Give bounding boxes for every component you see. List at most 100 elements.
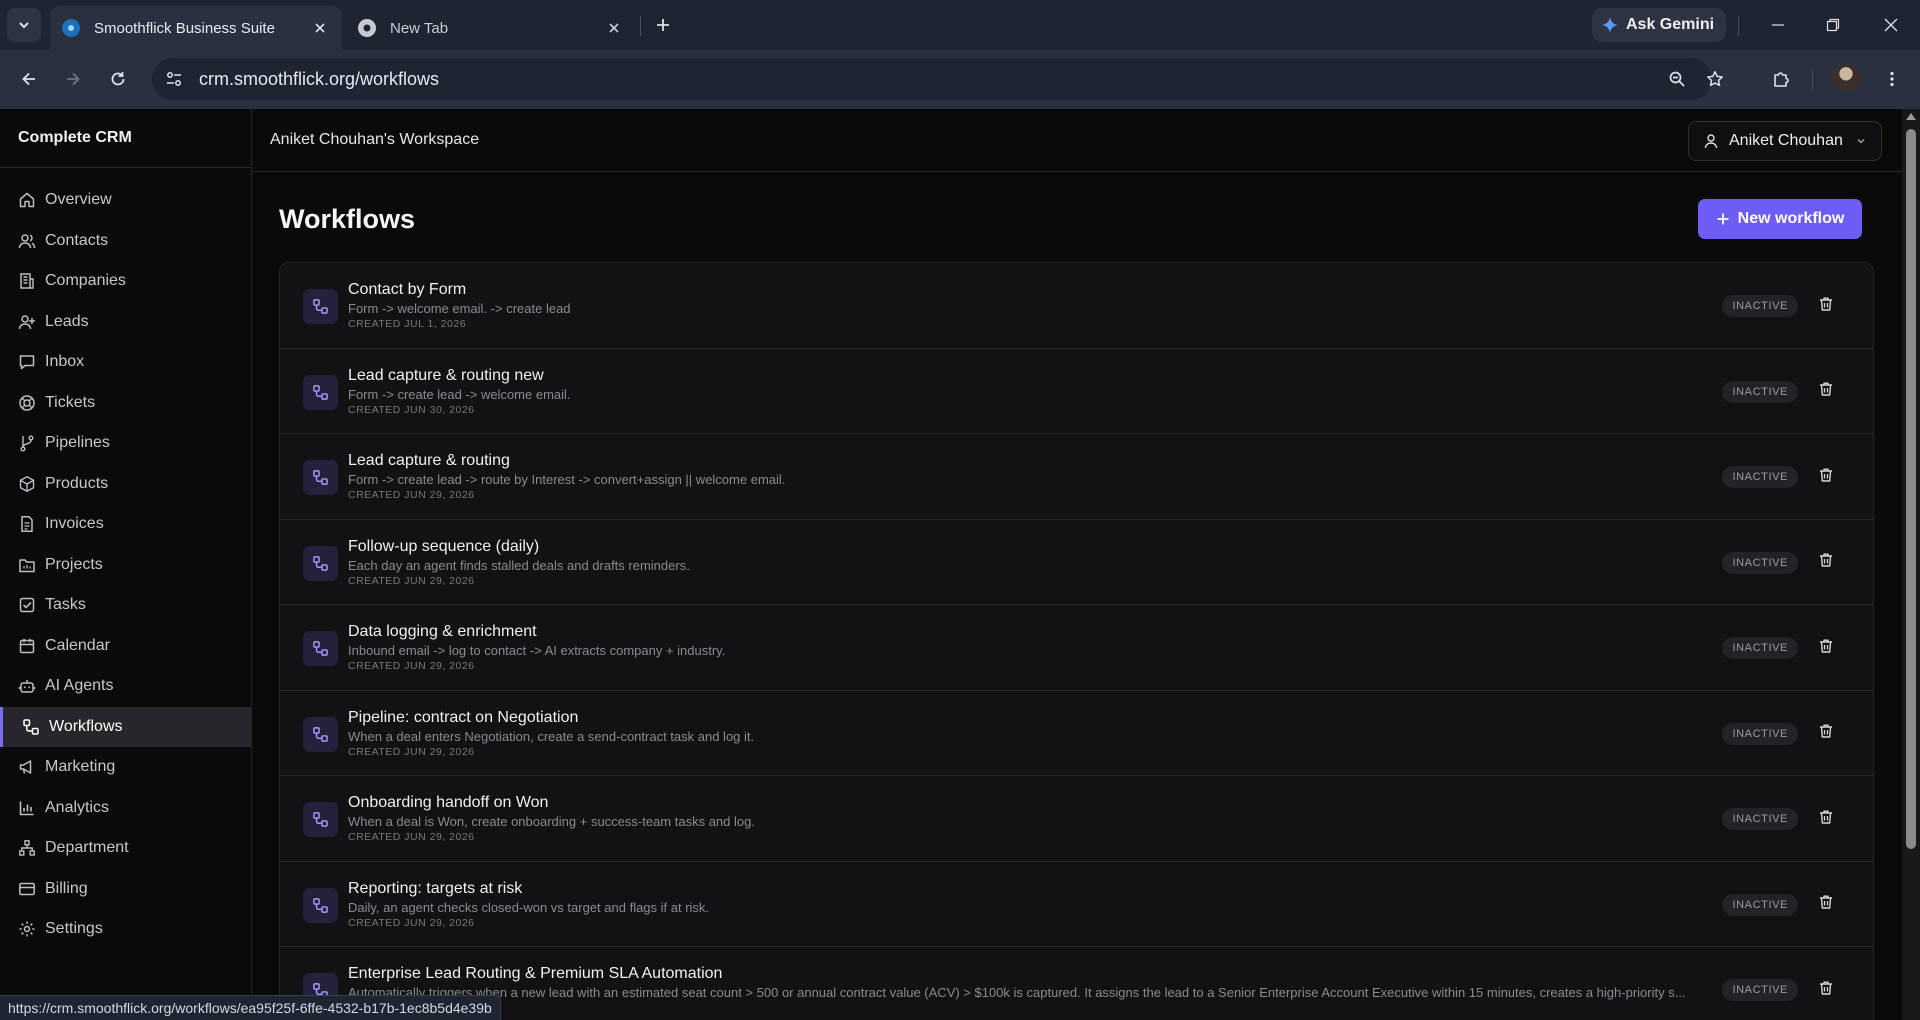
status-badge: INACTIVE [1722,637,1798,659]
workflow-row[interactable]: Enterprise Lead Routing & Premium SLA Au… [280,947,1873,1020]
trash-icon [1818,296,1834,317]
workflow-name[interactable]: Reporting: targets at risk [348,879,1723,899]
delete-workflow-button[interactable] [1816,980,1836,1000]
scrollbar-thumb[interactable] [1906,129,1916,849]
browser-menu-button[interactable] [1876,63,1908,95]
site-info-icon[interactable] [158,63,190,95]
bookmark-star-icon[interactable] [1700,64,1730,94]
sidebar-item-inbox[interactable]: Inbox [0,342,251,383]
workflow-created-date: CREATED JUN 29, 2026 [348,745,475,758]
close-tab-icon[interactable] [604,18,624,38]
workflow-name[interactable]: Enterprise Lead Routing & Premium SLA Au… [348,964,1723,984]
workspace-header: Aniket Chouhan's Workspace Aniket Chouha… [252,109,1902,172]
minimize-button[interactable] [1763,10,1793,40]
chevron-down-icon [1857,139,1865,144]
sidebar-item-marketing[interactable]: Marketing [0,747,251,788]
trash-icon [1818,381,1834,402]
extensions-button[interactable] [1765,63,1797,95]
tab-smoothflick[interactable]: Smoothflick Business Suite [50,6,342,50]
workflow-name[interactable]: Data logging & enrichment [348,622,1723,642]
workflow-row[interactable]: Reporting: targets at risk Daily, an agen… [280,861,1873,947]
sidebar-item-label: Contacts [45,231,109,249]
package-icon [18,475,36,493]
user-menu-button[interactable]: Aniket Chouhan [1688,121,1882,161]
smoothflick-favicon-icon [62,19,80,37]
status-badge: INACTIVE [1722,979,1798,1001]
sidebar-item-pipelines[interactable]: Pipelines [0,423,251,464]
workflow-name[interactable]: Follow-up sequence (daily) [348,537,1723,557]
delete-workflow-button[interactable] [1816,553,1836,573]
delete-workflow-button[interactable] [1816,382,1836,402]
sidebar-item-department[interactable]: Department [0,828,251,869]
tab-new-tab[interactable]: New Tab [346,6,636,50]
sidebar-item-leads[interactable]: Leads [0,302,251,343]
sidebar-item-contacts[interactable]: Contacts [0,221,251,262]
app-brand: Complete CRM [0,109,251,168]
sidebar-item-workflows[interactable]: Workflows [0,706,251,747]
workflow-row[interactable]: Data logging & enrichment Inbound email -… [280,605,1873,691]
sidebar-item-label: Leads [45,312,89,330]
workflow-name[interactable]: Pipeline: contract on Negotiation [348,708,1723,728]
sidebar-item-overview[interactable]: Overview [0,180,251,221]
close-window-button[interactable] [1876,10,1906,40]
scroll-up-arrow-icon[interactable] [1906,113,1916,120]
bar-chart-icon [18,799,36,817]
trash-icon [1818,467,1834,488]
chrome-favicon-icon [358,19,376,37]
gemini-sparkle-icon [1602,17,1618,33]
forward-button[interactable] [57,63,89,95]
delete-workflow-button[interactable] [1816,467,1836,487]
sidebar-item-projects[interactable]: Projects [0,545,251,586]
sidebar-item-calendar[interactable]: Calendar [0,626,251,667]
sidebar-item-ai-agents[interactable]: AI Agents [0,666,251,707]
tab-search-button[interactable] [7,8,41,42]
page-scrollbar[interactable] [1902,109,1920,1020]
link-status-bubble: https://crm.smoothflick.org/workflows/ea… [0,995,501,1020]
workflow-name[interactable]: Lead capture & routing new [348,366,1723,386]
new-tab-button[interactable] [650,12,676,38]
workflow-name[interactable]: Contact by Form [348,280,1723,300]
status-badge: INACTIVE [1722,466,1798,488]
zoom-icon[interactable] [1662,64,1692,94]
workflow-description: Form -> create lead -> welcome email. [348,386,571,402]
sidebar-item-label: Marketing [45,758,116,776]
workflow-row[interactable]: Follow-up sequence (daily) Each day an ag… [280,519,1873,605]
sidebar-item-tickets[interactable]: Tickets [0,383,251,424]
main-content: Aniket Chouhan's Workspace Aniket Chouha… [252,109,1902,1020]
workflow-created-date: CREATED JUN 29, 2026 [348,574,475,587]
back-button[interactable] [13,63,45,95]
sidebar-item-settings[interactable]: Settings [0,909,251,950]
delete-workflow-button[interactable] [1816,724,1836,744]
calendar-icon [18,637,36,655]
new-workflow-button[interactable]: New workflow [1698,199,1862,239]
delete-workflow-button[interactable] [1816,895,1836,915]
workflow-row[interactable]: Pipeline: contract on Negotiation When a … [280,690,1873,776]
browser-tab-strip: Smoothflick Business Suite New Tab Ask G… [0,0,1920,50]
sidebar: Complete CRM Overview Contacts Companies… [0,109,252,1020]
ask-gemini-button[interactable]: Ask Gemini [1592,8,1726,42]
sidebar-item-invoices[interactable]: Invoices [0,504,251,545]
workflow-row[interactable]: Contact by Form Form -> welcome email. ->… [280,263,1873,349]
workflow-row[interactable]: Onboarding handoff on Won When a deal is … [280,776,1873,862]
profile-avatar[interactable] [1832,64,1860,92]
message-icon [18,353,36,371]
sidebar-item-analytics[interactable]: Analytics [0,788,251,829]
sidebar-item-products[interactable]: Products [0,464,251,505]
delete-workflow-button[interactable] [1816,296,1836,316]
address-bar[interactable]: crm.smoothflick.org/workflows [152,58,1723,100]
close-tab-icon[interactable] [310,18,330,38]
workflow-row[interactable]: Lead capture & routing new Form -> create… [280,348,1873,434]
reload-button[interactable] [102,63,134,95]
restore-button[interactable] [1818,10,1848,40]
workflow-name[interactable]: Lead capture & routing [348,451,1723,471]
workflow-row[interactable]: Lead capture & routing Form -> create lea… [280,434,1873,520]
workflow-description: Form -> create lead -> route by Interest… [348,472,786,487]
sidebar-item-billing[interactable]: Billing [0,869,251,910]
delete-workflow-button[interactable] [1816,809,1836,829]
sidebar-item-tasks[interactable]: Tasks [0,585,251,626]
status-badge: INACTIVE [1722,722,1798,745]
workflow-description: Automatically triggers when a new lead w… [348,985,1686,1000]
workflow-name[interactable]: Onboarding handoff on Won [348,793,1723,813]
delete-workflow-button[interactable] [1816,638,1836,658]
sidebar-item-companies[interactable]: Companies [0,261,251,302]
